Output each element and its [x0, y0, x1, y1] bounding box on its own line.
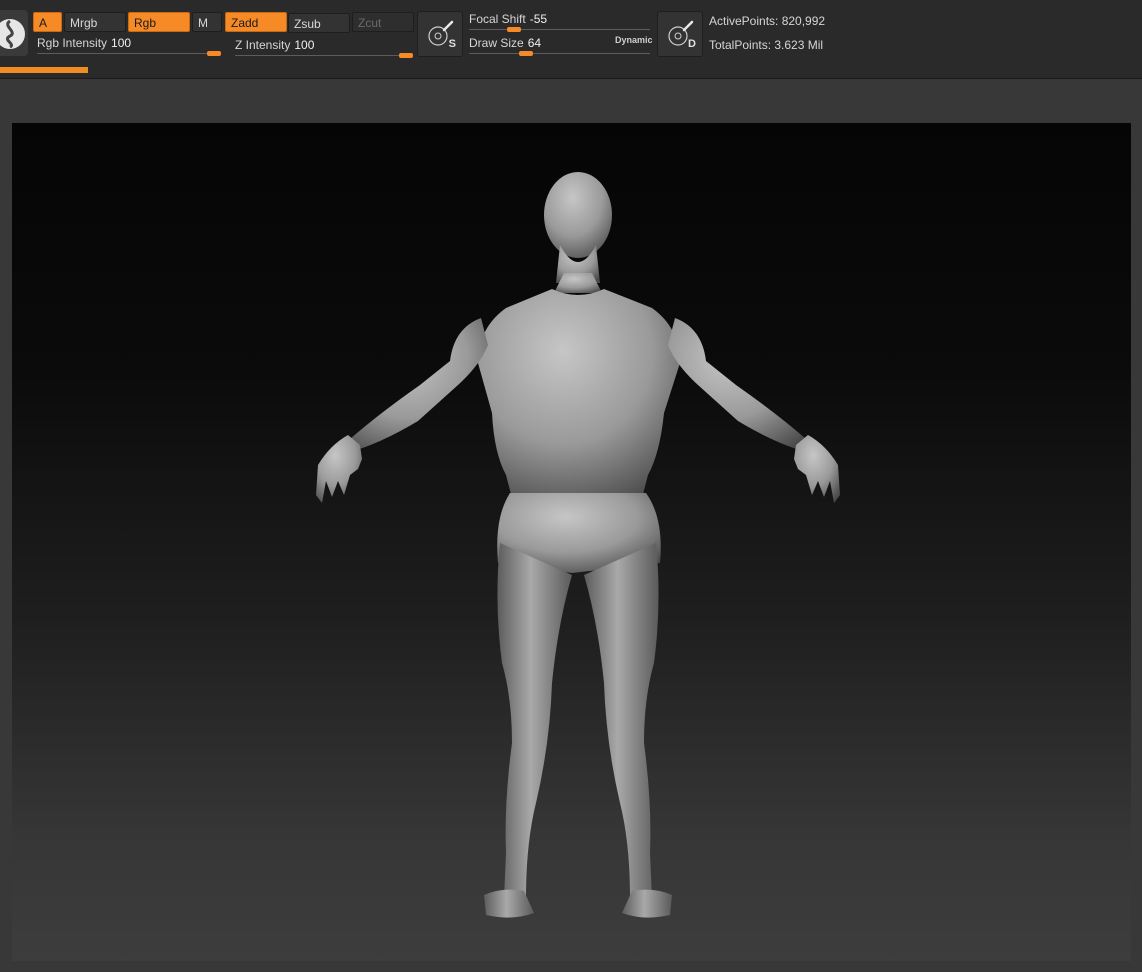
rgb-intensity-label: Rgb Intensity — [37, 36, 108, 50]
total-points-readout: TotalPoints: 3.623 Mil — [709, 38, 824, 52]
sculpt-model[interactable] — [12, 123, 1131, 961]
draw-size-label: Draw Size — [469, 36, 524, 50]
focal-shift-label: Focal Shift — [469, 12, 526, 26]
focal-shift-track[interactable] — [469, 29, 650, 30]
brush-d-button[interactable]: D — [657, 11, 703, 57]
focal-shift-value: -55 — [529, 12, 548, 26]
document-canvas[interactable] — [12, 123, 1131, 961]
zadd-button[interactable]: Zadd — [225, 12, 287, 32]
draw-size-value: 64 — [527, 36, 542, 50]
brush-s-letter: S — [448, 38, 456, 50]
mrgb-button[interactable]: Mrgb — [64, 12, 126, 32]
z-intensity-value: 100 — [294, 38, 315, 52]
material-sphere-icon[interactable] — [0, 10, 28, 56]
draw-size-handle[interactable] — [519, 51, 534, 56]
brush-d-letter: D — [688, 38, 696, 50]
top-toolbar: A Mrgb Rgb M Zadd Zsub Zcut Rgb Intensit… — [0, 0, 1142, 79]
z-intensity-track[interactable] — [235, 55, 413, 56]
draw-size-slider[interactable]: Draw Size 64 — [469, 36, 541, 50]
rgb-intensity-handle[interactable] — [207, 51, 221, 56]
rgb-intensity-value: 100 — [111, 36, 132, 50]
progress-bar — [0, 67, 88, 73]
focal-shift-slider[interactable]: Focal Shift -55 — [469, 12, 547, 26]
a-toggle-button[interactable]: A — [33, 12, 62, 32]
z-intensity-slider[interactable]: Z Intensity 100 — [235, 38, 314, 52]
zsub-button[interactable]: Zsub — [288, 13, 350, 33]
rgb-intensity-slider[interactable]: Rgb Intensity 100 — [37, 36, 131, 50]
zcut-button[interactable]: Zcut — [352, 12, 414, 32]
focal-shift-handle[interactable] — [506, 27, 521, 32]
draw-size-track[interactable] — [469, 53, 650, 54]
z-intensity-label: Z Intensity — [235, 38, 291, 52]
rgb-intensity-track[interactable] — [37, 53, 221, 54]
m-button[interactable]: M — [192, 12, 222, 32]
dynamic-toggle[interactable]: Dynamic — [615, 35, 653, 45]
legs — [484, 543, 672, 918]
brush-s-button[interactable]: S — [417, 11, 463, 57]
human-figure — [316, 172, 840, 573]
z-intensity-handle[interactable] — [399, 53, 413, 58]
active-points-readout: ActivePoints: 820,992 — [709, 14, 826, 28]
rgb-button[interactable]: Rgb — [128, 12, 190, 32]
